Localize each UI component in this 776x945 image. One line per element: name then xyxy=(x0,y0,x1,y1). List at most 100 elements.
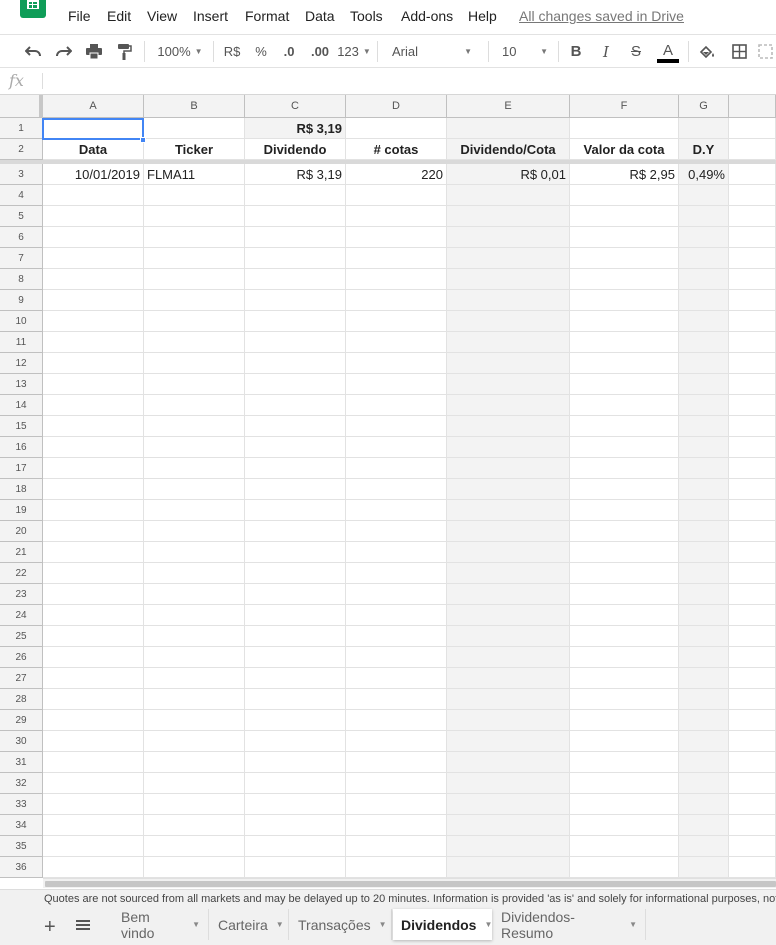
table-cell[interactable]: R$ 3,19 xyxy=(245,118,346,139)
horizontal-scrollbar[interactable] xyxy=(43,878,776,888)
menu-edit[interactable]: Edit xyxy=(107,8,131,24)
table-cell[interactable] xyxy=(144,227,245,248)
table-cell[interactable] xyxy=(570,206,679,227)
table-cell[interactable] xyxy=(679,731,729,752)
paint-format-icon[interactable] xyxy=(114,35,136,68)
table-cell[interactable] xyxy=(245,563,346,584)
table-cell[interactable] xyxy=(679,710,729,731)
table-cell[interactable] xyxy=(144,752,245,773)
table-cell[interactable] xyxy=(570,311,679,332)
table-cell[interactable] xyxy=(43,248,144,269)
table-cell[interactable] xyxy=(43,437,144,458)
sheet-tab[interactable]: Carteira ▼ xyxy=(210,909,289,940)
table-cell[interactable] xyxy=(570,668,679,689)
table-cell[interactable] xyxy=(346,752,447,773)
sheet-tab[interactable]: Bem vindo ▼ xyxy=(113,909,209,941)
table-cell[interactable] xyxy=(729,458,776,479)
table-cell[interactable] xyxy=(144,689,245,710)
row-header[interactable]: 21 xyxy=(0,542,43,563)
table-cell[interactable] xyxy=(43,311,144,332)
table-cell[interactable] xyxy=(346,857,447,878)
table-cell[interactable] xyxy=(679,605,729,626)
menu-insert[interactable]: Insert xyxy=(193,8,228,24)
row-header[interactable]: 31 xyxy=(0,752,43,773)
table-cell[interactable] xyxy=(447,836,570,857)
table-cell[interactable] xyxy=(729,416,776,437)
table-cell[interactable] xyxy=(570,458,679,479)
table-cell[interactable] xyxy=(679,773,729,794)
table-cell[interactable] xyxy=(346,437,447,458)
column-header-f[interactable]: F xyxy=(570,95,679,118)
table-cell[interactable] xyxy=(346,815,447,836)
table-cell[interactable] xyxy=(43,626,144,647)
table-cell[interactable] xyxy=(729,290,776,311)
row-header[interactable]: 9 xyxy=(0,290,43,311)
table-cell[interactable] xyxy=(570,815,679,836)
table-cell[interactable] xyxy=(43,668,144,689)
all-sheets-icon[interactable] xyxy=(76,920,90,932)
table-cell[interactable] xyxy=(570,416,679,437)
chevron-down-icon[interactable]: ▼ xyxy=(192,920,200,929)
table-cell[interactable] xyxy=(43,689,144,710)
table-cell[interactable] xyxy=(729,248,776,269)
table-cell[interactable] xyxy=(570,563,679,584)
table-cell[interactable] xyxy=(43,118,144,139)
table-cell[interactable] xyxy=(679,374,729,395)
table-cell[interactable] xyxy=(245,437,346,458)
row-header[interactable]: 32 xyxy=(0,773,43,794)
table-cell[interactable] xyxy=(43,647,144,668)
table-cell[interactable] xyxy=(447,353,570,374)
table-cell[interactable] xyxy=(346,668,447,689)
table-cell[interactable] xyxy=(729,374,776,395)
fill-handle[interactable] xyxy=(140,137,146,143)
zoom-select[interactable]: 100% ▼ xyxy=(152,35,208,68)
table-cell[interactable] xyxy=(346,647,447,668)
table-cell[interactable] xyxy=(43,458,144,479)
table-cell[interactable] xyxy=(346,563,447,584)
table-cell[interactable] xyxy=(245,416,346,437)
table-cell[interactable] xyxy=(447,437,570,458)
table-cell[interactable] xyxy=(729,563,776,584)
table-cell[interactable] xyxy=(447,710,570,731)
table-cell[interactable] xyxy=(144,206,245,227)
table-cell[interactable] xyxy=(729,332,776,353)
table-cell[interactable] xyxy=(447,311,570,332)
table-cell[interactable] xyxy=(346,689,447,710)
table-cell[interactable] xyxy=(245,521,346,542)
table-cell[interactable] xyxy=(729,710,776,731)
table-cell[interactable] xyxy=(245,269,346,290)
table-cell[interactable] xyxy=(447,668,570,689)
table-cell[interactable] xyxy=(447,290,570,311)
table-cell[interactable]: R$ 0,01 xyxy=(447,164,570,185)
table-cell[interactable] xyxy=(447,731,570,752)
table-cell[interactable]: Ticker xyxy=(144,139,245,160)
table-cell[interactable] xyxy=(679,563,729,584)
row-header[interactable]: 14 xyxy=(0,395,43,416)
table-cell[interactable] xyxy=(144,185,245,206)
table-cell[interactable] xyxy=(43,773,144,794)
table-cell[interactable]: 10/01/2019 xyxy=(43,164,144,185)
table-cell[interactable] xyxy=(245,836,346,857)
table-cell[interactable] xyxy=(346,836,447,857)
table-cell[interactable]: Dividendo/Cota xyxy=(447,139,570,160)
table-cell[interactable] xyxy=(346,374,447,395)
menu-data[interactable]: Data xyxy=(305,8,335,24)
table-cell[interactable] xyxy=(679,118,729,139)
font-family-select[interactable]: Arial ▼ xyxy=(386,35,478,68)
table-cell[interactable] xyxy=(245,311,346,332)
table-cell[interactable] xyxy=(144,500,245,521)
table-cell[interactable] xyxy=(346,290,447,311)
table-cell[interactable] xyxy=(245,248,346,269)
table-cell[interactable] xyxy=(43,836,144,857)
menu-addons[interactable]: Add-ons xyxy=(401,8,453,24)
table-cell[interactable] xyxy=(729,752,776,773)
row-header[interactable]: 28 xyxy=(0,689,43,710)
table-cell[interactable]: Valor da cota xyxy=(570,139,679,160)
table-cell[interactable] xyxy=(729,139,776,160)
table-cell[interactable] xyxy=(346,521,447,542)
table-cell[interactable] xyxy=(570,479,679,500)
table-cell[interactable] xyxy=(679,353,729,374)
table-cell[interactable] xyxy=(679,815,729,836)
table-cell[interactable] xyxy=(679,206,729,227)
table-cell[interactable] xyxy=(245,290,346,311)
